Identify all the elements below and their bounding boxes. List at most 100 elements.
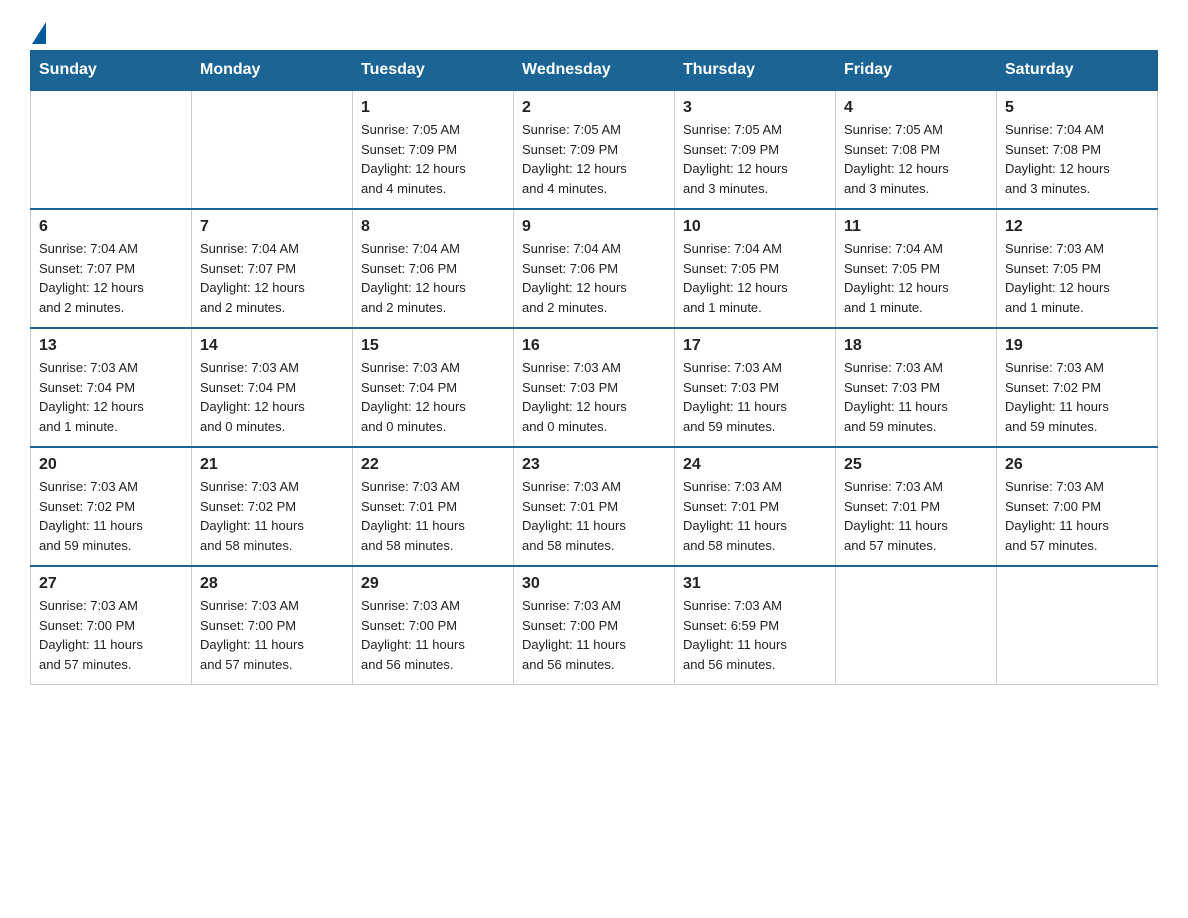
day-info: Sunrise: 7:03 AMSunset: 7:02 PMDaylight:… — [39, 477, 183, 555]
calendar-cell: 18Sunrise: 7:03 AMSunset: 7:03 PMDayligh… — [836, 328, 997, 447]
day-header-tuesday: Tuesday — [353, 51, 514, 91]
day-number: 14 — [200, 337, 344, 355]
day-info: Sunrise: 7:05 AMSunset: 7:08 PMDaylight:… — [844, 120, 988, 198]
day-info: Sunrise: 7:03 AMSunset: 6:59 PMDaylight:… — [683, 596, 827, 674]
calendar-cell — [836, 566, 997, 685]
day-info: Sunrise: 7:03 AMSunset: 7:00 PMDaylight:… — [522, 596, 666, 674]
day-number: 21 — [200, 456, 344, 474]
day-number: 6 — [39, 218, 183, 236]
calendar-cell: 10Sunrise: 7:04 AMSunset: 7:05 PMDayligh… — [675, 209, 836, 328]
day-number: 29 — [361, 575, 505, 593]
calendar-cell: 7Sunrise: 7:04 AMSunset: 7:07 PMDaylight… — [192, 209, 353, 328]
day-header-friday: Friday — [836, 51, 997, 91]
calendar-header-row: SundayMondayTuesdayWednesdayThursdayFrid… — [31, 51, 1158, 91]
calendar-week-row: 6 Sunrise: 7:04 AMSunset: 7:07 PMDaylight… — [31, 209, 1158, 328]
calendar-cell — [31, 90, 192, 209]
calendar-cell: 1 Sunrise: 7:05 AMSunset: 7:09 PMDaylight… — [353, 90, 514, 209]
calendar-week-row: 27Sunrise: 7:03 AMSunset: 7:00 PMDayligh… — [31, 566, 1158, 685]
day-info: Sunrise: 7:03 AMSunset: 7:01 PMDaylight:… — [683, 477, 827, 555]
day-info: Sunrise: 7:03 AMSunset: 7:00 PMDaylight:… — [39, 596, 183, 674]
day-number: 28 — [200, 575, 344, 593]
day-info: Sunrise: 7:05 AMSunset: 7:09 PMDaylight:… — [522, 120, 666, 198]
day-info: Sunrise: 7:05 AMSunset: 7:09 PMDaylight:… — [683, 120, 827, 198]
calendar-cell: 17 Sunrise: 7:03 AMSunset: 7:03 PMDayligh… — [675, 328, 836, 447]
day-number: 2 — [522, 99, 666, 117]
day-number: 3 — [683, 99, 827, 117]
day-info: Sunrise: 7:03 AMSunset: 7:04 PMDaylight:… — [39, 358, 183, 436]
day-info: Sunrise: 7:03 AMSunset: 7:03 PMDaylight:… — [522, 358, 666, 436]
calendar-cell: 16Sunrise: 7:03 AMSunset: 7:03 PMDayligh… — [514, 328, 675, 447]
day-header-saturday: Saturday — [997, 51, 1158, 91]
logo — [30, 20, 46, 38]
calendar-cell: 29 Sunrise: 7:03 AMSunset: 7:00 PMDayligh… — [353, 566, 514, 685]
calendar-cell: 8 Sunrise: 7:04 AMSunset: 7:06 PMDaylight… — [353, 209, 514, 328]
calendar-cell: 21Sunrise: 7:03 AMSunset: 7:02 PMDayligh… — [192, 447, 353, 566]
day-number: 23 — [522, 456, 666, 474]
day-number: 10 — [683, 218, 827, 236]
calendar-cell: 26 Sunrise: 7:03 AMSunset: 7:00 PMDayligh… — [997, 447, 1158, 566]
day-info: Sunrise: 7:03 AMSunset: 7:01 PMDaylight:… — [844, 477, 988, 555]
calendar-cell: 30Sunrise: 7:03 AMSunset: 7:00 PMDayligh… — [514, 566, 675, 685]
day-info: Sunrise: 7:03 AMSunset: 7:01 PMDaylight:… — [522, 477, 666, 555]
day-number: 11 — [844, 218, 988, 236]
day-number: 24 — [683, 456, 827, 474]
calendar-cell: 15Sunrise: 7:03 AMSunset: 7:04 PMDayligh… — [353, 328, 514, 447]
day-info: Sunrise: 7:04 AMSunset: 7:06 PMDaylight:… — [361, 239, 505, 317]
day-number: 31 — [683, 575, 827, 593]
day-number: 22 — [361, 456, 505, 474]
day-number: 20 — [39, 456, 183, 474]
calendar-cell: 4 Sunrise: 7:05 AMSunset: 7:08 PMDaylight… — [836, 90, 997, 209]
day-info: Sunrise: 7:04 AMSunset: 7:06 PMDaylight:… — [522, 239, 666, 317]
day-number: 19 — [1005, 337, 1149, 355]
calendar-cell — [997, 566, 1158, 685]
day-info: Sunrise: 7:03 AMSunset: 7:00 PMDaylight:… — [200, 596, 344, 674]
calendar-cell: 9 Sunrise: 7:04 AMSunset: 7:06 PMDaylight… — [514, 209, 675, 328]
calendar-cell: 11 Sunrise: 7:04 AMSunset: 7:05 PMDayligh… — [836, 209, 997, 328]
day-info: Sunrise: 7:03 AMSunset: 7:03 PMDaylight:… — [683, 358, 827, 436]
calendar-cell: 19 Sunrise: 7:03 AMSunset: 7:02 PMDayligh… — [997, 328, 1158, 447]
day-info: Sunrise: 7:04 AMSunset: 7:08 PMDaylight:… — [1005, 120, 1149, 198]
day-number: 13 — [39, 337, 183, 355]
day-header-sunday: Sunday — [31, 51, 192, 91]
calendar-cell: 22 Sunrise: 7:03 AMSunset: 7:01 PMDayligh… — [353, 447, 514, 566]
day-number: 17 — [683, 337, 827, 355]
calendar-table: SundayMondayTuesdayWednesdayThursdayFrid… — [30, 50, 1158, 685]
calendar-cell: 27Sunrise: 7:03 AMSunset: 7:00 PMDayligh… — [31, 566, 192, 685]
day-info: Sunrise: 7:04 AMSunset: 7:07 PMDaylight:… — [39, 239, 183, 317]
calendar-week-row: 13 Sunrise: 7:03 AMSunset: 7:04 PMDayligh… — [31, 328, 1158, 447]
day-number: 5 — [1005, 99, 1149, 117]
calendar-cell: 5 Sunrise: 7:04 AMSunset: 7:08 PMDaylight… — [997, 90, 1158, 209]
day-info: Sunrise: 7:03 AMSunset: 7:00 PMDaylight:… — [361, 596, 505, 674]
day-header-wednesday: Wednesday — [514, 51, 675, 91]
calendar-cell: 13 Sunrise: 7:03 AMSunset: 7:04 PMDayligh… — [31, 328, 192, 447]
day-info: Sunrise: 7:03 AMSunset: 7:00 PMDaylight:… — [1005, 477, 1149, 555]
day-number: 26 — [1005, 456, 1149, 474]
day-info: Sunrise: 7:03 AMSunset: 7:04 PMDaylight:… — [361, 358, 505, 436]
day-info: Sunrise: 7:03 AMSunset: 7:03 PMDaylight:… — [844, 358, 988, 436]
calendar-week-row: 1 Sunrise: 7:05 AMSunset: 7:09 PMDaylight… — [31, 90, 1158, 209]
day-number: 1 — [361, 99, 505, 117]
calendar-cell: 25 Sunrise: 7:03 AMSunset: 7:01 PMDayligh… — [836, 447, 997, 566]
calendar-cell: 20 Sunrise: 7:03 AMSunset: 7:02 PMDayligh… — [31, 447, 192, 566]
day-header-monday: Monday — [192, 51, 353, 91]
day-number: 8 — [361, 218, 505, 236]
day-info: Sunrise: 7:05 AMSunset: 7:09 PMDaylight:… — [361, 120, 505, 198]
calendar-week-row: 20 Sunrise: 7:03 AMSunset: 7:02 PMDayligh… — [31, 447, 1158, 566]
calendar-cell: 14 Sunrise: 7:03 AMSunset: 7:04 PMDayligh… — [192, 328, 353, 447]
calendar-cell: 3 Sunrise: 7:05 AMSunset: 7:09 PMDaylight… — [675, 90, 836, 209]
calendar-cell: 24 Sunrise: 7:03 AMSunset: 7:01 PMDayligh… — [675, 447, 836, 566]
logo-triangle-icon — [32, 22, 46, 44]
calendar-cell: 31 Sunrise: 7:03 AMSunset: 6:59 PMDayligh… — [675, 566, 836, 685]
day-info: Sunrise: 7:04 AMSunset: 7:05 PMDaylight:… — [844, 239, 988, 317]
day-number: 25 — [844, 456, 988, 474]
day-info: Sunrise: 7:04 AMSunset: 7:07 PMDaylight:… — [200, 239, 344, 317]
day-number: 9 — [522, 218, 666, 236]
calendar-cell: 12Sunrise: 7:03 AMSunset: 7:05 PMDayligh… — [997, 209, 1158, 328]
day-info: Sunrise: 7:03 AMSunset: 7:04 PMDaylight:… — [200, 358, 344, 436]
day-number: 12 — [1005, 218, 1149, 236]
day-number: 4 — [844, 99, 988, 117]
calendar-cell: 6 Sunrise: 7:04 AMSunset: 7:07 PMDaylight… — [31, 209, 192, 328]
day-info: Sunrise: 7:03 AMSunset: 7:01 PMDaylight:… — [361, 477, 505, 555]
day-info: Sunrise: 7:03 AMSunset: 7:02 PMDaylight:… — [1005, 358, 1149, 436]
calendar-cell — [192, 90, 353, 209]
